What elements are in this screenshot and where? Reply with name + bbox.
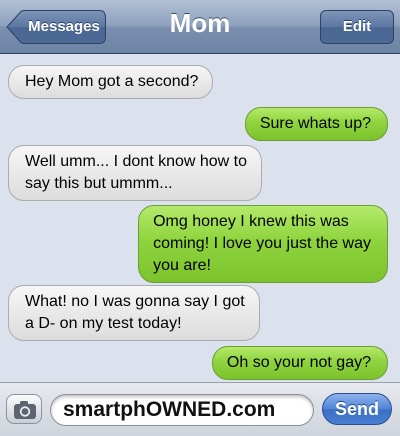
message-text: coming! I love you just the way [153,235,371,252]
message-bubble-outgoing: Sure whats up? [244,107,395,141]
message-text: say this but ummm... [25,175,173,192]
message-bubble-incoming: Well umm... I dont know how to say this … [1,145,263,201]
message-input[interactable]: smartphOWNED.com [50,394,314,426]
message-bubble-outgoing: Omg honey I knew this was coming! I love… [138,205,394,283]
compose-bar: smartphOWNED.com Send [0,382,400,436]
camera-button[interactable] [6,394,42,424]
edit-button[interactable]: Edit [320,10,394,44]
message-text: Hey Mom got a second? [25,73,199,90]
message-list: Hey Mom got a second? Sure whats up? Wel… [0,55,400,382]
message-text: Sure whats up? [259,115,371,132]
message-text: Oh so your not gay? [226,354,371,371]
navigation-bar: Messages Mom Edit [0,0,400,54]
send-button[interactable]: Send [322,393,392,425]
camera-icon [14,401,36,419]
message-text: What! no I was gonna say I got [25,293,245,310]
message-text: you are! [153,257,211,274]
message-bubble-incoming: Hey Mom got a second? [1,65,214,99]
message-bubble-outgoing: Oh so your not gay? [211,346,395,380]
message-bubble-incoming: What! no I was gonna say I got a D- on m… [2,285,260,341]
message-text: Omg honey I knew this was [153,213,349,230]
message-text: Well umm... I dont know how to [25,153,248,170]
message-text: a D- on my test today! [25,315,182,332]
